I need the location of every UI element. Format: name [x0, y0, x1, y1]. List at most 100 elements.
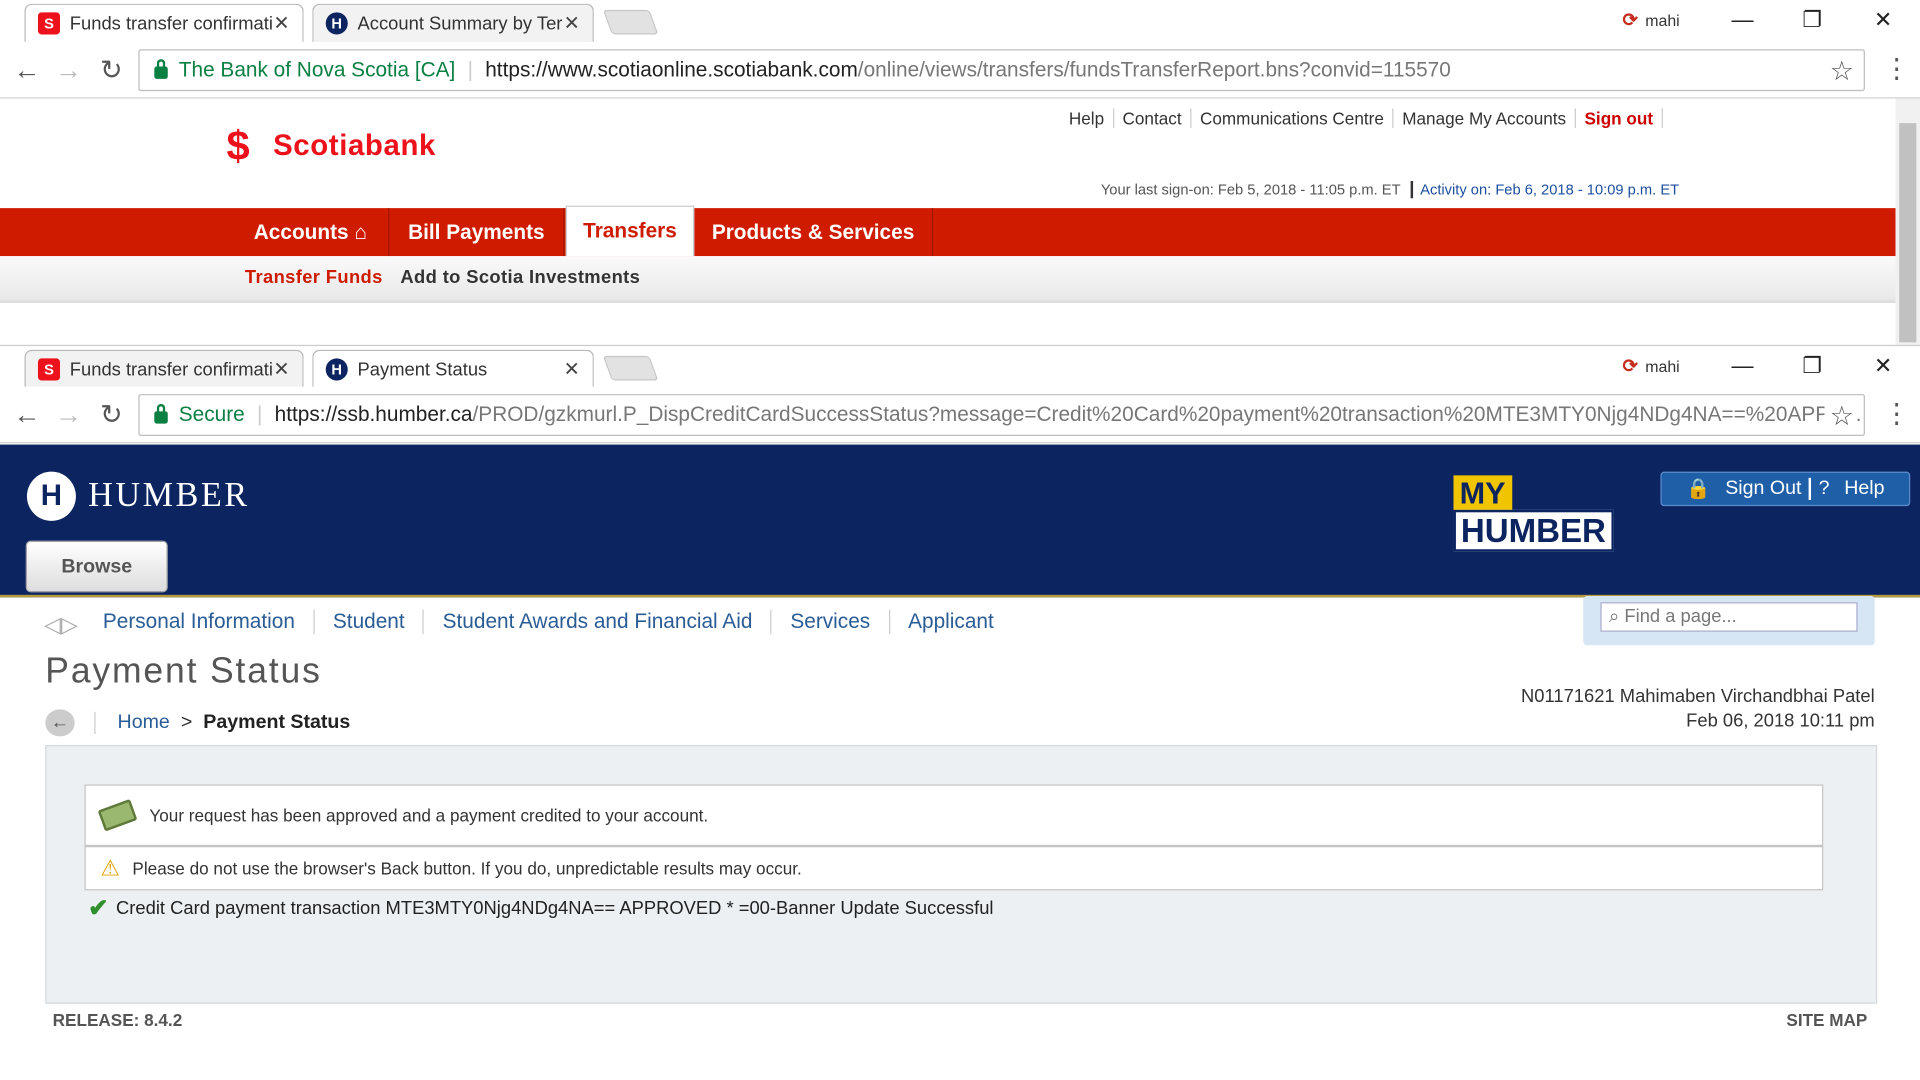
manage-accounts-link[interactable]: Manage My Accounts	[1394, 108, 1576, 129]
close-tab-icon[interactable]: ✕	[273, 11, 290, 36]
humber-nav: ◁▷ Personal Information Student Student …	[0, 596, 1920, 647]
subnav-add-scotia-investments[interactable]: Add to Scotia Investments	[400, 267, 640, 288]
checkmark-icon: ✔	[88, 895, 109, 923]
page-datetime: Feb 06, 2018 10:11 pm	[1686, 710, 1875, 732]
help-link[interactable]: Help	[1060, 108, 1114, 129]
breadcrumb-separator: >	[180, 711, 193, 733]
profile-badge[interactable]: ⟳ mahi	[1622, 355, 1679, 377]
tab-payment-status[interactable]: H Payment Status ✕	[312, 349, 594, 388]
lock-icon	[154, 59, 168, 79]
breadcrumb-home[interactable]: Home	[118, 712, 170, 734]
myhumber-humber: HUMBER	[1453, 509, 1614, 552]
screen: S Funds transfer confirmati ✕ H Account …	[0, 0, 1920, 1080]
nav-student[interactable]: Student	[313, 609, 423, 635]
nav-services[interactable]: Services	[770, 609, 889, 635]
restore-icon[interactable]: ❐	[1794, 7, 1831, 33]
sign-out-button[interactable]: Sign Out	[1718, 478, 1809, 500]
new-tab-button[interactable]	[602, 355, 659, 381]
scotiabank-favicon-icon: S	[37, 12, 61, 35]
new-tab-button[interactable]	[602, 9, 659, 35]
status-panel: Your request has been approved and a pay…	[45, 745, 1878, 1004]
sign-out-link[interactable]: Sign out	[1576, 108, 1663, 129]
communications-centre-link[interactable]: Communications Centre	[1191, 108, 1394, 129]
url-path: /online/views/transfers/fundsTransferRep…	[857, 57, 1451, 82]
nav-items: Personal Information Student Student Awa…	[103, 609, 1013, 635]
menu-kebab-icon[interactable]: ⋮	[1883, 53, 1910, 85]
site-map-link[interactable]: SITE MAP	[1786, 1010, 1867, 1030]
profile-icon: ⟳	[1622, 355, 1638, 377]
address-bar[interactable]: The Bank of Nova Scotia [CA] | https://w…	[138, 49, 1865, 92]
header-buttons: 🔒 Sign Out ? Help	[1660, 471, 1911, 507]
page-title: Payment Status	[45, 651, 322, 691]
lock-icon: 🔒	[1686, 479, 1711, 500]
last-signon: Your last sign-on: Feb 5, 2018 - 11:05 p…	[1100, 181, 1679, 199]
scotiabank-favicon-icon: S	[37, 358, 61, 381]
breadcrumb-current: Payment Status	[203, 711, 351, 733]
warning-text: Please do not use the browser's Back but…	[132, 858, 802, 879]
scotiabank-logo[interactable]: $ Scotiabank	[227, 126, 436, 168]
humber-favicon-icon: H	[325, 12, 348, 35]
omnibox-divider: |	[467, 57, 473, 82]
last-signon-text: Your last sign-on: Feb 5, 2018 - 11:05 p…	[1100, 181, 1401, 199]
reload-icon[interactable]: ↻	[96, 54, 128, 86]
profile-name: mahi	[1645, 10, 1680, 29]
approval-text: Your request has been approved and a pay…	[149, 805, 709, 826]
minimize-icon[interactable]: —	[1724, 353, 1761, 379]
myhumber-my: MY	[1453, 475, 1512, 513]
restore-icon[interactable]: ❐	[1794, 353, 1831, 379]
scotiabank-scrollbar[interactable]	[1895, 98, 1920, 345]
back-arrow-icon[interactable]: ←	[11, 54, 43, 86]
tab-funds-transfer[interactable]: S Funds transfer confirmati ✕	[24, 349, 304, 388]
activity-link[interactable]: Activity on: Feb 6, 2018 - 10:09 p.m. ET	[1410, 181, 1679, 199]
tab-funds-transfer[interactable]: S Funds transfer confirmati ✕	[24, 3, 304, 42]
help-button[interactable]: Help	[1837, 478, 1892, 500]
secure-label: Secure	[178, 402, 245, 427]
warning-message: ⚠ Please do not use the browser's Back b…	[84, 846, 1824, 891]
nav-scroll-arrows-icon[interactable]: ◁▷	[44, 612, 78, 638]
nav-applicant[interactable]: Applicant	[888, 609, 1013, 635]
tab-title: Payment Status	[357, 358, 488, 380]
url-path: /PROD/gzkmurl.P_DispCreditCardSuccessSta…	[472, 402, 1862, 427]
menu-kebab-icon[interactable]: ⋮	[1883, 398, 1910, 430]
nav-transfers[interactable]: Transfers	[565, 205, 695, 257]
close-window-icon[interactable]: ✕	[1865, 7, 1902, 33]
forward-arrow-icon[interactable]: →	[53, 399, 85, 431]
nav-label: Accounts	[253, 219, 349, 244]
bookmark-star-icon[interactable]: ☆	[1824, 400, 1854, 433]
scrollbar-thumb[interactable]	[1899, 123, 1917, 343]
lock-icon	[154, 403, 168, 424]
bookmark-star-icon[interactable]: ☆	[1824, 55, 1854, 88]
profile-icon: ⟳	[1622, 9, 1638, 31]
reload-icon[interactable]: ↻	[96, 399, 128, 431]
tab-title: Funds transfer confirmati	[69, 358, 273, 380]
find-page-input[interactable]: ⌕ Find a page...	[1600, 602, 1858, 632]
nav-student-awards[interactable]: Student Awards and Financial Aid	[423, 609, 771, 635]
url-host: https://www.scotiaonline.scotiabank.com	[485, 57, 858, 82]
back-circle-icon[interactable]: ←	[45, 709, 75, 737]
profile-badge[interactable]: ⟳ mahi	[1622, 9, 1679, 31]
nav-accounts[interactable]: Accounts ⌂	[233, 208, 390, 257]
back-arrow-icon[interactable]: ←	[11, 399, 43, 431]
humber-logo[interactable]: H HUMBER	[26, 471, 250, 521]
tab-account-summary[interactable]: H Account Summary by Ter ✕	[312, 3, 594, 42]
nav-personal-information[interactable]: Personal Information	[103, 610, 313, 635]
window2-toolbar: ← → ↻ Secure | https://ssb.humber.ca /PR…	[0, 386, 1920, 444]
close-tab-icon[interactable]: ✕	[273, 357, 290, 382]
browse-button[interactable]: Browse	[25, 540, 168, 593]
close-tab-icon[interactable]: ✕	[563, 357, 580, 382]
window2-tabbar: S Funds transfer confirmati ✕ H Payment …	[0, 344, 1920, 388]
minimize-icon[interactable]: —	[1724, 7, 1761, 33]
forward-arrow-icon[interactable]: →	[53, 54, 85, 86]
tab-title: Funds transfer confirmati	[69, 12, 273, 34]
close-window-icon[interactable]: ✕	[1865, 353, 1902, 379]
subnav-transfer-funds[interactable]: Transfer Funds	[245, 267, 383, 288]
address-bar[interactable]: Secure | https://ssb.humber.ca /PROD/gzk…	[138, 394, 1865, 436]
nav-bill-payments[interactable]: Bill Payments	[389, 208, 565, 257]
success-message: ✔ Credit Card payment transaction MTE3MT…	[88, 893, 993, 924]
window1-toolbar: ← → ↻ The Bank of Nova Scotia [CA] | htt…	[0, 41, 1920, 99]
breadcrumb-divider	[94, 711, 96, 734]
utility-links: Help Contact Communications Centre Manag…	[1060, 108, 1663, 129]
close-tab-icon[interactable]: ✕	[563, 11, 580, 36]
nav-products-services[interactable]: Products & Services	[694, 208, 934, 257]
contact-link[interactable]: Contact	[1114, 108, 1192, 129]
